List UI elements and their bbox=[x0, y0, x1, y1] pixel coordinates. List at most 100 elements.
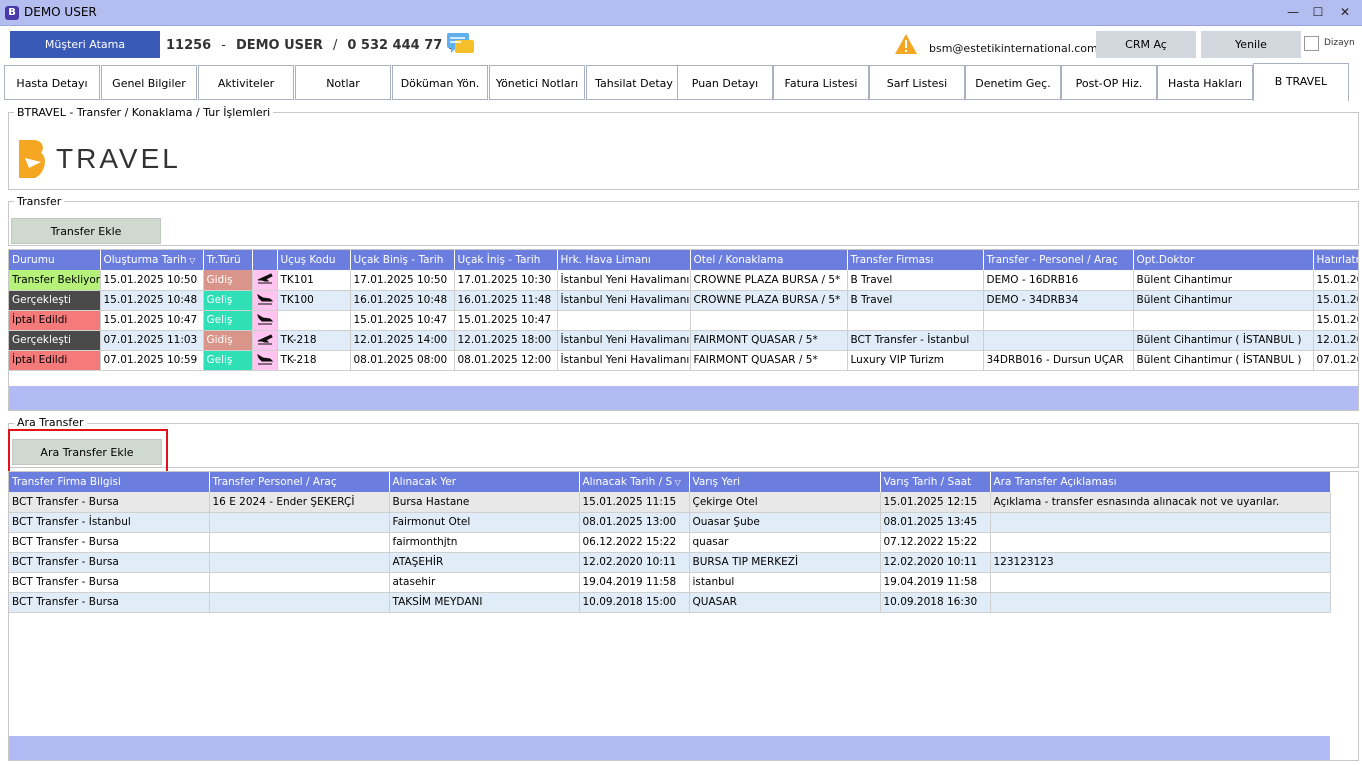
transfer-table-row[interactable]: Gerçekleşti 15.01.2025 10:48 Geliş TK100 16.… bbox=[9, 290, 1358, 311]
transfer-table-row[interactable]: İptal Edildi 07.01.2025 10:59 Geliş TK-218 0… bbox=[9, 350, 1358, 371]
transfer-table-row[interactable]: Transfer Bekliyor 15.01.2025 10:50 Gidiş TK… bbox=[9, 270, 1358, 291]
table-cell: 08.01.2025 13:00 bbox=[579, 512, 690, 533]
tab-aktiviteler[interactable]: Aktiviteler bbox=[198, 65, 294, 100]
column-header[interactable]: Transfer Firma Bilgisi bbox=[9, 472, 210, 492]
layout-checkbox[interactable] bbox=[1304, 36, 1319, 51]
column-header[interactable]: Oluşturma Tarih ▽ bbox=[100, 250, 204, 270]
plane-arrival-icon bbox=[252, 350, 278, 371]
transfer-group bbox=[8, 201, 1359, 246]
column-header[interactable] bbox=[252, 250, 278, 270]
column-header[interactable]: Durumu bbox=[9, 250, 101, 270]
table-cell bbox=[990, 572, 1331, 593]
table-cell: 12.02.2020 10:11 bbox=[880, 552, 991, 573]
column-header[interactable]: Alınacak Yer bbox=[389, 472, 580, 492]
inter-transfer-table-row[interactable]: BCT Transfer - Bursa TAKSİM MEYDANI 10.09.… bbox=[9, 592, 1331, 613]
table-cell bbox=[690, 310, 848, 331]
table-cell: 15.01.2025 10:47 bbox=[454, 310, 558, 331]
inter-transfer-table-header: Transfer Firma Bilgisi Transfer Personel… bbox=[9, 472, 1331, 492]
column-header[interactable]: Alınacak Tarih / S ▽ bbox=[579, 472, 690, 492]
column-header[interactable]: Uçak Biniş - Tarih bbox=[350, 250, 455, 270]
column-header[interactable]: Otel / Konaklama bbox=[690, 250, 848, 270]
tab-yonetici-notlari[interactable]: Yönetici Notları bbox=[489, 65, 585, 100]
table-cell: İstanbul Yeni Havalimanı bbox=[557, 270, 691, 291]
table-cell: QUASAR bbox=[689, 592, 881, 613]
minimize-button[interactable]: — bbox=[1280, 3, 1306, 21]
table-cell: Bursa Hastane bbox=[389, 492, 580, 513]
warning-icon[interactable] bbox=[894, 33, 918, 55]
column-header[interactable]: Opt.Doktor bbox=[1133, 250, 1314, 270]
close-button[interactable]: ✕ bbox=[1332, 3, 1358, 21]
table-cell: BCT Transfer - Bursa bbox=[9, 492, 210, 513]
transfer-type-badge: Geliş bbox=[203, 350, 253, 371]
table-cell: BCT Transfer - Bursa bbox=[9, 572, 210, 593]
tab-b-travel[interactable]: B TRAVEL bbox=[1253, 63, 1349, 101]
table-cell: TAKSİM MEYDANI bbox=[389, 592, 580, 613]
transfer-table-row[interactable]: İptal Edildi 15.01.2025 10:47 Geliş 15.01.2… bbox=[9, 310, 1358, 331]
inter-transfer-table-row[interactable]: BCT Transfer - İstanbul Fairmonut Otel 08.… bbox=[9, 512, 1331, 533]
table-cell: B Travel bbox=[847, 290, 984, 311]
separator: - bbox=[221, 38, 226, 53]
column-header[interactable]: Varış Yeri bbox=[689, 472, 881, 492]
tab-denetim[interactable]: Denetim Geç. bbox=[965, 65, 1061, 100]
tab-fatura[interactable]: Fatura Listesi bbox=[773, 65, 869, 100]
table-cell: 08.01.2025 12:00 bbox=[454, 350, 558, 371]
tab-hasta-haklari[interactable]: Hasta Hakları bbox=[1157, 65, 1253, 100]
assign-customer-button[interactable]: Müşteri Atama bbox=[10, 31, 160, 58]
filter-icon[interactable]: ▽ bbox=[187, 256, 195, 265]
tab-post-op[interactable]: Post-OP Hiz. bbox=[1061, 65, 1157, 100]
transfer-type-badge: Geliş bbox=[203, 310, 253, 331]
column-header[interactable]: Varış Tarih / Saat bbox=[880, 472, 991, 492]
inter-transfer-table: Transfer Firma Bilgisi Transfer Personel… bbox=[9, 472, 1331, 613]
column-header[interactable]: Ara Transfer Açıklaması bbox=[990, 472, 1331, 492]
tab-tahsilat[interactable]: Tahsilat Detay bbox=[586, 65, 682, 100]
table-cell: 15.01.2025 10:47 bbox=[350, 310, 455, 331]
table-cell: Açıklama - transfer esnasında alınacak n… bbox=[990, 492, 1331, 513]
plane-arrival-icon bbox=[252, 310, 278, 331]
inter-transfer-table-row[interactable]: BCT Transfer - Bursa ATAŞEHİR 12.02.2020 1… bbox=[9, 552, 1331, 573]
table-cell: İstanbul Yeni Havalimanı bbox=[557, 290, 691, 311]
chat-icon[interactable] bbox=[446, 32, 476, 56]
add-transfer-button[interactable]: Transfer Ekle bbox=[11, 218, 161, 244]
column-header[interactable]: Transfer - Personel / Araç bbox=[983, 250, 1134, 270]
tab-hasta-detayi[interactable]: Hasta Detayı bbox=[4, 65, 100, 100]
crm-open-button[interactable]: CRM Aç bbox=[1096, 31, 1196, 58]
table-cell: 06.12.2022 15:22 bbox=[579, 532, 690, 553]
table-cell bbox=[990, 512, 1331, 533]
filter-icon[interactable]: ▽ bbox=[672, 478, 681, 487]
tab-sarf[interactable]: Sarf Listesi bbox=[869, 65, 965, 100]
inter-transfer-table-row[interactable]: BCT Transfer - Bursa fairmonthjtn 06.12.20… bbox=[9, 532, 1331, 553]
table-cell: 16.01.2025 10:48 bbox=[350, 290, 455, 311]
add-inter-transfer-button[interactable]: Ara Transfer Ekle bbox=[12, 439, 162, 465]
column-header[interactable]: Transfer Firması bbox=[847, 250, 984, 270]
table-cell: 17.01.2025 10:50 bbox=[350, 270, 455, 291]
table-cell bbox=[847, 310, 984, 331]
tab-dokuman[interactable]: Döküman Yön. bbox=[392, 65, 488, 100]
table-cell: BCT Transfer - İstanbul bbox=[9, 512, 210, 533]
btravel-group-title: BTRAVEL - Transfer / Konaklama / Tur İşl… bbox=[14, 106, 274, 119]
inter-transfer-table-row[interactable]: BCT Transfer - Bursa atasehir 19.04.2019 1… bbox=[9, 572, 1331, 593]
tab-genel-bilgiler[interactable]: Genel Bilgiler bbox=[101, 65, 197, 100]
refresh-button[interactable]: Yenile bbox=[1201, 31, 1301, 58]
column-header[interactable]: Tr.Türü bbox=[203, 250, 253, 270]
column-header[interactable]: Hrk. Hava Limanı bbox=[557, 250, 691, 270]
table-cell: 08.01.2025 13:45 bbox=[880, 512, 991, 533]
table-cell: BCT Transfer - Bursa bbox=[9, 532, 210, 553]
inter-transfer-table-row[interactable]: BCT Transfer - Bursa 16 E 2024 - Ender ŞE… bbox=[9, 492, 1331, 513]
column-header[interactable]: Hatırlatm bbox=[1313, 250, 1358, 270]
table-cell: 15.01.20 bbox=[1313, 270, 1358, 291]
column-header[interactable]: Uçak İniş - Tarih bbox=[454, 250, 558, 270]
table-cell: Bülent Cihantimur bbox=[1133, 290, 1314, 311]
table-cell bbox=[209, 572, 390, 593]
inter-transfer-group bbox=[8, 423, 1359, 468]
patient-name: DEMO USER bbox=[235, 38, 323, 53]
maximize-button[interactable]: ☐ bbox=[1305, 3, 1331, 21]
transfer-type-badge: Geliş bbox=[203, 290, 253, 311]
column-header[interactable]: Uçuş Kodu bbox=[277, 250, 351, 270]
column-header[interactable]: Transfer Personel / Araç bbox=[209, 472, 390, 492]
table-cell: 15.01.2025 10:48 bbox=[100, 290, 204, 311]
table-cell: BCT Transfer - Bursa bbox=[9, 552, 210, 573]
tab-notlar[interactable]: Notlar bbox=[295, 65, 391, 100]
tab-puan[interactable]: Puan Detayı bbox=[677, 65, 773, 100]
transfer-table-row[interactable]: Gerçekleşti 07.01.2025 11:03 Gidiş TK-218 12… bbox=[9, 330, 1358, 351]
btravel-logo-icon bbox=[19, 140, 45, 178]
